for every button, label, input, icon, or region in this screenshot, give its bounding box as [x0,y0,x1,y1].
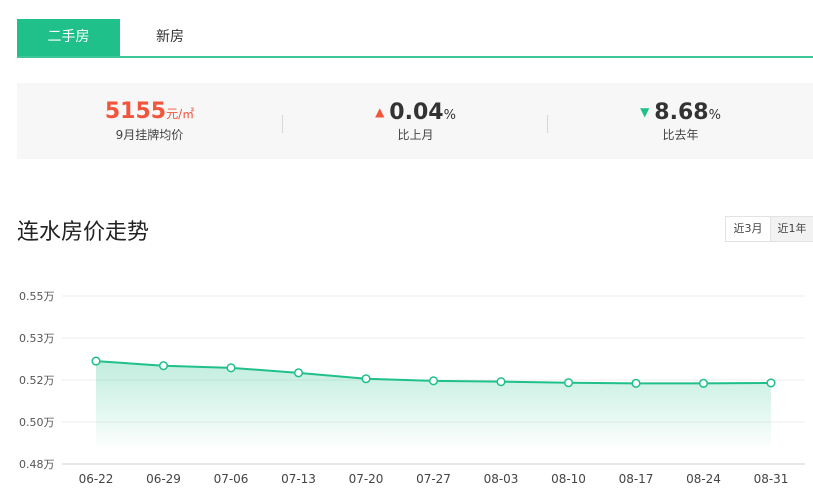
y-tick-label: 0.52万 [19,374,55,387]
x-tick-label: 07-20 [349,472,384,486]
y-tick-label: 0.48万 [19,458,55,471]
data-point [361,374,371,384]
data-point [293,368,304,378]
data-point [631,378,641,388]
x-tick-label: 08-03 [484,472,519,486]
y-tick-label: 0.50万 [19,416,55,429]
price-trend-chart: 0.55万 0.53万 0.52万 0.50万 0.48万 06-22 06-29 07-06… [19,290,805,486]
y-tick-label: 0.55万 [19,290,55,303]
x-tick-label: 06-22 [79,472,114,486]
y-tick-label: 0.53万 [19,332,55,345]
data-point [428,376,439,386]
x-tick-label: 07-13 [281,472,316,486]
x-tick-label: 06-29 [146,472,181,486]
data-point [226,363,236,373]
x-tick-label: 07-27 [416,472,451,486]
x-tick-label: 07-06 [214,472,249,486]
x-tick-label: 08-24 [686,472,721,486]
data-point [496,377,506,387]
price-area [96,361,771,446]
x-tick-label: 08-31 [754,472,789,486]
data-point [766,378,776,388]
data-point [698,378,709,388]
data-point [91,356,101,366]
data-point [158,361,169,371]
x-tick-label: 08-10 [551,472,586,486]
x-tick-label: 08-17 [619,472,654,486]
data-point [563,378,574,388]
